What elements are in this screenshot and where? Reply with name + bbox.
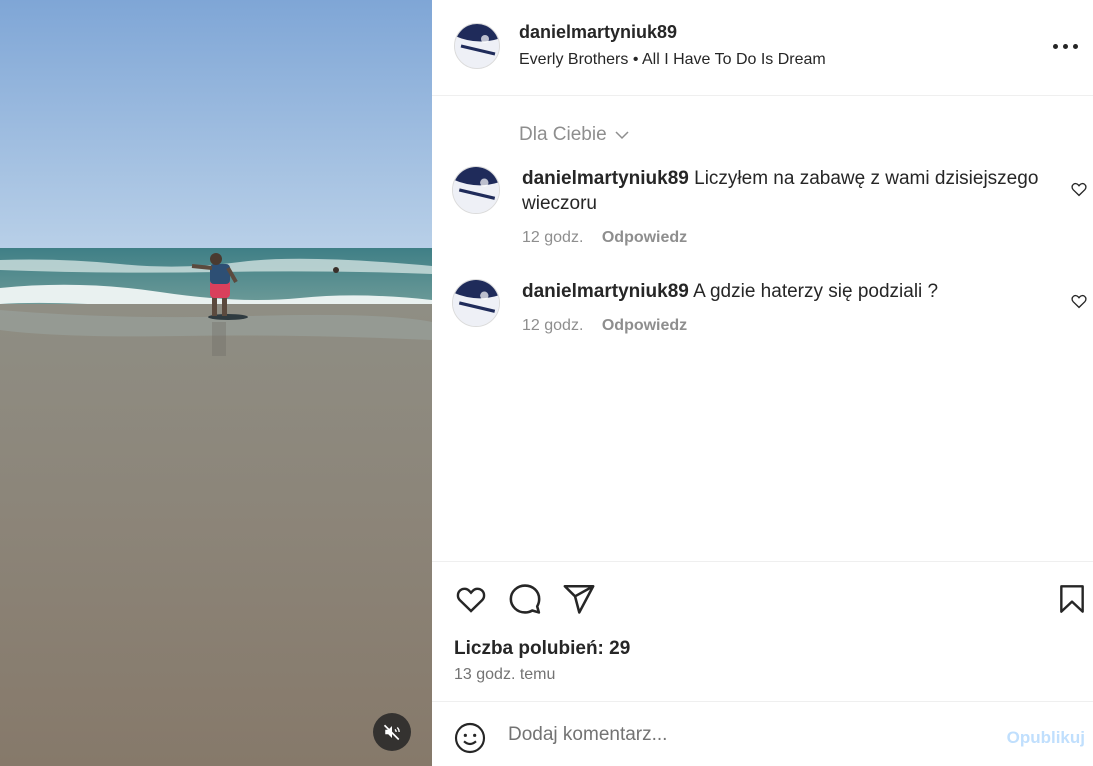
avatar-image bbox=[455, 24, 499, 68]
post-actions: Liczba polubień: 29 13 godz. temu bbox=[432, 561, 1093, 701]
comment-meta: 12 godz. Odpowiedz bbox=[522, 317, 687, 335]
comment-time: 12 godz. bbox=[522, 229, 584, 246]
more-options-icon bbox=[1053, 44, 1058, 49]
comment-username[interactable]: danielmartyniuk89 bbox=[522, 281, 689, 302]
comment-time: 12 godz. bbox=[522, 317, 584, 334]
reply-button[interactable]: Odpowiedz bbox=[602, 317, 687, 334]
bookmark-icon[interactable] bbox=[1056, 582, 1088, 616]
post-details-panel: danielmartyniuk89 Everly Brothers • All … bbox=[432, 0, 1093, 766]
comment-item: danielmartyniuk89 A gdzie haterzy się po… bbox=[432, 279, 1093, 349]
avatar[interactable] bbox=[452, 166, 500, 214]
comments-filter-dropdown[interactable]: Dla Ciebie bbox=[519, 124, 631, 146]
comment-input[interactable] bbox=[508, 720, 988, 750]
comments-filter-label: Dla Ciebie bbox=[519, 124, 607, 145]
more-options-icon-dot bbox=[1063, 44, 1068, 49]
comment-text: A gdzie haterzy się podziali ? bbox=[693, 281, 939, 302]
avatar-image bbox=[453, 167, 499, 213]
speaker-muted-icon bbox=[383, 724, 400, 741]
reply-button[interactable]: Odpowiedz bbox=[602, 229, 687, 246]
publish-button[interactable]: Opublikuj bbox=[1007, 728, 1085, 748]
post-header: danielmartyniuk89 Everly Brothers • All … bbox=[432, 0, 1093, 96]
post-author-username[interactable]: danielmartyniuk89 bbox=[519, 22, 677, 43]
comment-username[interactable]: danielmartyniuk89 bbox=[522, 168, 689, 189]
avatar-image bbox=[453, 280, 499, 326]
comment-bubble-icon[interactable] bbox=[508, 582, 542, 616]
avatar[interactable] bbox=[454, 23, 500, 69]
comment-body: danielmartyniuk89 Liczyłem na zabawę z w… bbox=[522, 166, 1042, 216]
comment-heart-icon[interactable] bbox=[1070, 292, 1088, 310]
beach-surf-scene bbox=[0, 0, 432, 766]
heart-icon[interactable] bbox=[454, 582, 488, 616]
comment-body: danielmartyniuk89 A gdzie haterzy się po… bbox=[522, 279, 1042, 304]
mute-toggle-button[interactable] bbox=[373, 713, 411, 751]
comment-composer: Opublikuj bbox=[432, 701, 1093, 766]
more-options-button[interactable] bbox=[1053, 36, 1079, 56]
likes-count[interactable]: Liczba polubień: 29 bbox=[454, 638, 630, 660]
audio-track-link[interactable]: Everly Brothers • All I Have To Do Is Dr… bbox=[519, 51, 826, 69]
comment-heart-icon[interactable] bbox=[1070, 180, 1088, 198]
chevron-down-icon bbox=[615, 131, 629, 140]
emoji-smile-icon[interactable] bbox=[454, 722, 486, 754]
post-timestamp[interactable]: 13 godz. temu bbox=[454, 666, 555, 684]
post-video[interactable] bbox=[0, 0, 432, 766]
avatar[interactable] bbox=[452, 279, 500, 327]
comment-item: danielmartyniuk89 Liczyłem na zabawę z w… bbox=[432, 166, 1093, 256]
comment-meta: 12 godz. Odpowiedz bbox=[522, 229, 687, 247]
more-options-icon-dot bbox=[1073, 44, 1078, 49]
paper-plane-icon[interactable] bbox=[562, 582, 596, 616]
